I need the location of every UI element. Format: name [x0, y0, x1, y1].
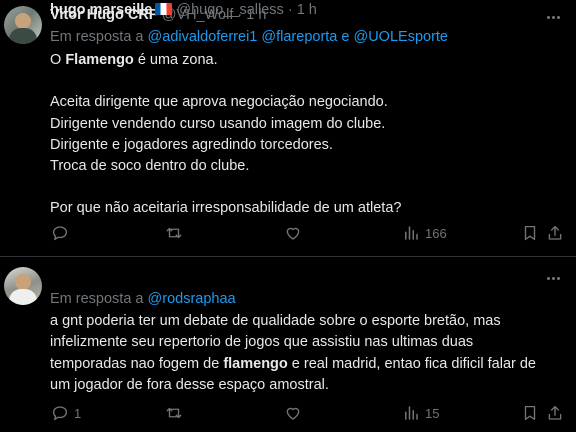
reply-button[interactable]: 1: [51, 403, 81, 423]
view-count: 166: [425, 225, 447, 241]
avatar[interactable]: [4, 267, 42, 305]
tweet-text: O Flamengo é uma zona. Aceita dirigente …: [50, 50, 566, 220]
retweet-icon: [166, 407, 182, 419]
tweet-text: a gnt poderia ter um debate de qualidade…: [50, 311, 566, 396]
share-button[interactable]: [546, 223, 564, 243]
action-bar: 1 15: [50, 403, 566, 423]
text-line: a gnt poderia ter um debate de qualidade…: [50, 313, 501, 329]
text-bold: flamengo: [223, 355, 288, 372]
view-count: 15: [425, 405, 440, 421]
reply-button[interactable]: [51, 223, 74, 243]
like-icon: [286, 407, 300, 420]
reply-icon: [52, 406, 68, 421]
reply-icon: [52, 226, 68, 241]
text-line: Por que não aceitaria irresponsabilidade…: [50, 200, 402, 217]
views-icon: [405, 406, 418, 420]
retweet-icon: [166, 227, 182, 239]
bookmark-button[interactable]: [521, 223, 539, 243]
views-button[interactable]: 166: [402, 223, 447, 243]
author-name[interactable]: hugo marseille: [50, 2, 152, 18]
text-line: infelizmente seu repertorio de jogos que…: [50, 334, 474, 351]
like-button[interactable]: [284, 223, 307, 243]
retweet-button[interactable]: [165, 403, 188, 423]
more-icon[interactable]: [544, 269, 562, 287]
tweet-header: hugo marseille @hugo__salless · 1 h: [50, 0, 317, 20]
share-icon: [548, 405, 562, 420]
more-icon[interactable]: [544, 8, 562, 26]
text-bold: Flamengo: [65, 52, 134, 68]
bookmark-icon: [524, 405, 536, 421]
reply-context: Em resposta a @rodsraphaa: [50, 289, 236, 309]
bookmark-icon: [524, 225, 536, 241]
retweet-button[interactable]: [165, 223, 188, 243]
reply-prefix: Em resposta a: [50, 29, 144, 45]
reply-count: 1: [74, 405, 82, 421]
france-flag-icon: [155, 3, 173, 15]
text-segment: O: [50, 52, 66, 68]
like-button[interactable]: [284, 403, 307, 423]
text-line: Dirigente vendendo curso usando imagem d…: [50, 115, 386, 132]
text-line: Troca de soco dentro do clube.: [50, 158, 250, 175]
views-icon: [405, 226, 418, 240]
share-button[interactable]: [546, 403, 564, 423]
share-icon: [548, 225, 562, 240]
text-segment: e real madrid, entao fica dificil falar …: [287, 355, 537, 372]
reply-mentions[interactable]: @adivaldoferrei1 @flareporta e @UOLEspor…: [148, 29, 448, 45]
text-line: Aceita dirigente que aprova negociação n…: [50, 94, 388, 111]
bookmark-button[interactable]: [521, 403, 539, 423]
author-handle[interactable]: @hugo__salless: [176, 2, 283, 18]
reply-mentions[interactable]: @rodsraphaa: [148, 291, 236, 307]
action-bar: 166: [50, 223, 566, 243]
timestamp[interactable]: 1 h: [297, 2, 317, 18]
separator: ·: [287, 2, 293, 18]
text-segment: é uma zona.: [133, 52, 218, 68]
text-line: um jogador de fora desse espaço amostral…: [50, 376, 329, 393]
text-segment: temporadas nao fogem de: [50, 355, 224, 372]
like-icon: [286, 227, 300, 240]
reply-prefix: Em resposta a: [50, 291, 144, 307]
reply-context: Em resposta a @adivaldoferrei1 @flarepor…: [50, 27, 448, 47]
tweet[interactable]: Vitor Hugo CRF @VH_Wolf · 1 h Em respost…: [0, 0, 576, 256]
views-button[interactable]: 15: [402, 403, 439, 423]
avatar[interactable]: [4, 6, 42, 44]
text-line: Dirigente e jogadores agredindo torcedor…: [50, 136, 333, 153]
